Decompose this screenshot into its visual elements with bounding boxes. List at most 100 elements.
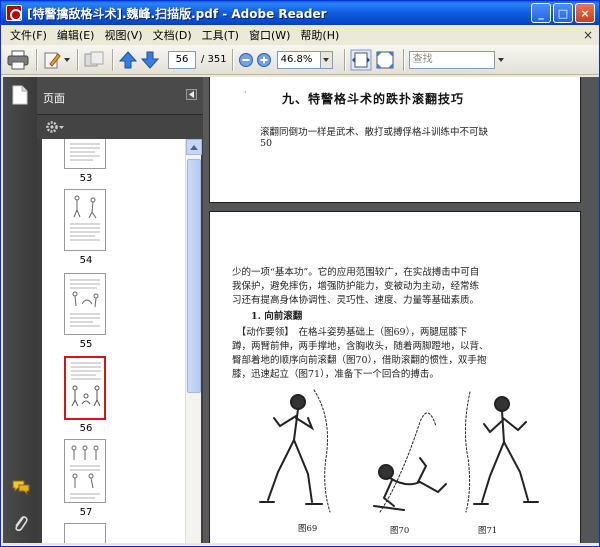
zoom-in-button[interactable] [256, 48, 272, 72]
toolbar-separator [112, 48, 113, 71]
scroll-up-button[interactable] [186, 139, 202, 155]
menu-help[interactable]: 帮助(H) [295, 27, 344, 43]
subsection-heading: 1. 向前滚翻 [232, 311, 303, 322]
scrollbar-thumb[interactable] [187, 159, 201, 393]
menu-document[interactable]: 文档(D) [148, 27, 197, 43]
window-controls: _ □ × [531, 3, 595, 23]
zoom-level-input[interactable]: 46.8% [276, 50, 321, 69]
thumbnail-page[interactable] [64, 523, 106, 543]
thumbnail-image [71, 362, 101, 407]
printer-icon [7, 50, 29, 69]
toolbar-separator [36, 48, 37, 71]
pdf-page-51: 少的一项“基本功”。它的应用范围较广，在实战搏击中可自 我保护，避免摔伤，增强防… [209, 211, 581, 543]
document-view[interactable]: · 九、特警格斗术的跌扑滚翻技巧 滚翻同倒功一样是武术、散打或搏俘格斗训练中不可… [209, 77, 599, 543]
close-button[interactable]: × [575, 3, 595, 23]
collapse-panel-button[interactable] [186, 89, 197, 100]
fit-width-button[interactable] [350, 48, 372, 72]
minimize-button[interactable]: _ [531, 3, 551, 23]
thumbnail-page[interactable] [64, 139, 106, 169]
body-line: 蹲，两臂前伸，两手撑地，含胸收头，随着两脚蹬地，以背、 [232, 341, 489, 352]
zoom-in-icon [256, 52, 271, 67]
figure-caption: 图70 [390, 526, 410, 536]
page-total: / 351 [201, 54, 227, 65]
page-number: 50 [260, 138, 273, 149]
gear-icon[interactable] [45, 120, 65, 134]
figure-71-illustration [464, 391, 539, 513]
menu-bar: 文件(F) 编辑(E) 视图(V) 文档(D) 工具(T) 窗口(W) 帮助(H… [1, 25, 599, 45]
zoom-dropdown[interactable] [320, 50, 333, 69]
menu-window[interactable]: 窗口(W) [244, 27, 295, 43]
previous-page-button[interactable] [118, 48, 138, 72]
thumbnail-label: 54 [79, 255, 93, 266]
arrow-down-icon [140, 51, 160, 69]
body-line: 臀部着地的顺序向前滚翻（图70），借助滚翻的惯性，双手抱 [232, 355, 487, 366]
thumbnail-label: 55 [79, 339, 93, 350]
print-button[interactable] [7, 48, 29, 72]
figure-caption: 图69 [298, 524, 318, 534]
document-close-button[interactable]: × [583, 28, 593, 42]
chevron-down-icon [497, 57, 504, 62]
full-screen-icon [376, 51, 394, 68]
thumbnail-image [70, 279, 100, 327]
toolbar-separator [343, 48, 345, 71]
body-line: 少的一项“基本功”。它的应用范围较广，在实战搏击中可自 [232, 267, 480, 278]
arrow-up-icon [118, 50, 138, 68]
thumbnail-scrollbar[interactable] [185, 139, 202, 543]
body-line: 【动作要领】 在格斗姿势基础上（图69），两腿屈膝下 [232, 327, 468, 338]
thumbnail-page[interactable] [64, 273, 106, 335]
full-screen-button[interactable] [374, 48, 396, 72]
menu-file[interactable]: 文件(F) [5, 27, 52, 43]
pencil-icon [44, 52, 61, 68]
chevron-up-icon [190, 144, 198, 150]
pages-panel: 页面 53 54 55 56 57 [37, 77, 203, 543]
menu-view[interactable]: 视图(V) [99, 27, 147, 43]
menu-tools[interactable]: 工具(T) [197, 27, 244, 43]
page-number-input[interactable]: 56 [168, 50, 196, 69]
thumbnail-image [70, 143, 100, 161]
body-line: 我保护，避免摔伤，增强防护能力，变被动为主动，经常练 [232, 281, 480, 292]
panel-options-bar [37, 115, 203, 139]
pdf-page-50: · 九、特警格斗术的跌扑滚翻技巧 滚翻同倒功一样是武术、散打或搏俘格斗训练中不可… [209, 77, 581, 203]
pages-icon[interactable] [12, 85, 28, 105]
edit-tool-button[interactable] [42, 48, 70, 72]
adobe-reader-icon [6, 5, 22, 21]
toolbar-separator [402, 48, 404, 71]
toolbar-separator [231, 48, 233, 71]
next-page-button[interactable] [140, 48, 160, 72]
comment-icon[interactable] [12, 479, 30, 495]
panel-title: 页面 [43, 92, 65, 105]
thumbnail-image [70, 445, 100, 499]
figure-69-illustration [259, 389, 331, 513]
page-mark: · [244, 88, 247, 97]
window-title: [特警擒敌格斗术].魏峰.扫描版.pdf - Adobe Reader [27, 6, 327, 21]
section-heading: 九、特警格斗术的跌扑滚翻技巧 [282, 92, 465, 106]
toolbar-separator [77, 48, 78, 71]
paperclip-icon[interactable] [12, 513, 28, 533]
thumbnail-page-selected[interactable] [64, 356, 106, 420]
thumbnail-label: 57 [79, 507, 93, 518]
zoom-out-button[interactable] [238, 48, 254, 72]
thumbnail-label: 53 [79, 173, 93, 184]
title-bar[interactable]: [特警擒敌格斗术].魏峰.扫描版.pdf - Adobe Reader _ □ … [1, 1, 599, 25]
zoom-out-icon [238, 52, 253, 67]
thumbnail-image [70, 195, 100, 241]
app-window: [特警擒敌格斗术].魏峰.扫描版.pdf - Adobe Reader _ □ … [0, 0, 600, 547]
maximize-button[interactable]: □ [553, 3, 573, 23]
figure-caption: 图71 [478, 526, 498, 536]
search-input[interactable]: 查找 [408, 50, 495, 69]
body-line: 滚翻同倒功一样是武术、散打或搏俘格斗训练中不可缺 [260, 127, 489, 138]
figure-70-illustration [373, 412, 447, 513]
menu-edit[interactable]: 编辑(E) [52, 27, 100, 43]
collaborate-button[interactable] [83, 48, 105, 72]
thumbnail-label: 56 [79, 423, 93, 434]
navigation-strip [3, 77, 37, 543]
thumbnail-page[interactable] [64, 189, 106, 251]
chevron-down-icon [323, 57, 330, 62]
body-line: 膝，迅速起立（图71），准备下一个回合的搏击。 [232, 369, 439, 380]
thumbnail-list: 53 54 55 56 57 [37, 139, 189, 543]
search-dropdown[interactable] [495, 51, 507, 69]
toolbar: 56 / 351 46.8% 查找 [1, 45, 599, 75]
thumbnail-page[interactable] [64, 439, 106, 503]
share-icon [84, 51, 104, 66]
chevron-down-icon[interactable] [64, 57, 70, 62]
